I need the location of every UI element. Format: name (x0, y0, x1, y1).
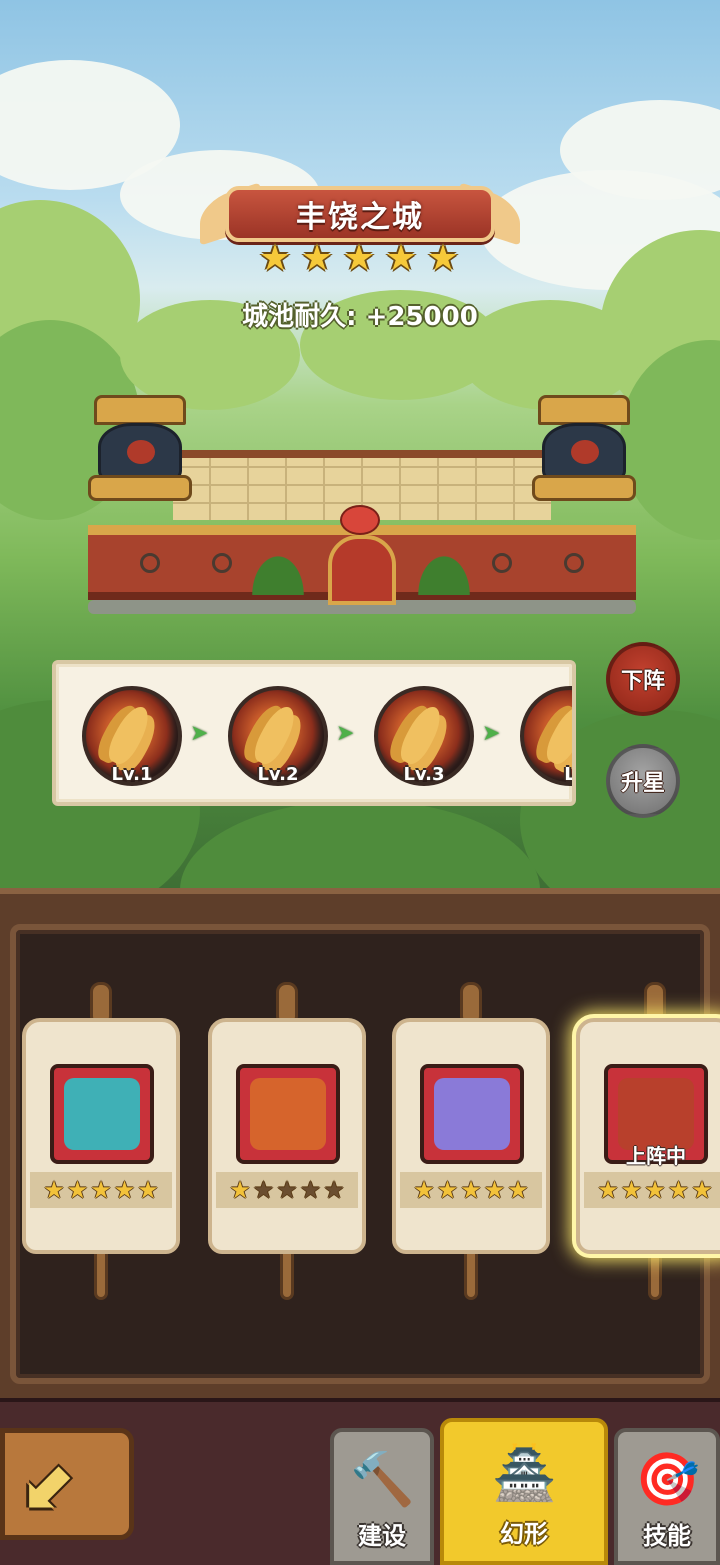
skin-star-rating: ★ ★ ★ ★ ★ (216, 1172, 358, 1208)
deployed-tag: 上阵中 (626, 1144, 686, 1168)
star-icon: ★ (460, 1176, 482, 1204)
level-medal-4: L (520, 686, 576, 796)
skin-card-selected[interactable]: 上阵中 ★ ★ ★ ★ ★ (576, 982, 720, 1300)
watchtower-left (88, 395, 192, 605)
tab-label: 幻形 (500, 1520, 548, 1548)
star-icon: ★ (342, 238, 376, 279)
star-icon: ★ (43, 1176, 65, 1204)
skin-card[interactable]: ★ ★ ★ ★ ★ (22, 982, 180, 1300)
bush (180, 800, 540, 900)
star-icon: ★ (436, 1176, 459, 1204)
arrow-right-icon: ➤ (336, 721, 355, 746)
star-icon: ★ (90, 1176, 112, 1204)
skin-star-rating: ★ ★ ★ ★ ★ (584, 1172, 720, 1208)
unequip-label: 下阵 (620, 669, 665, 694)
arrow-right-icon: ➤ (482, 721, 501, 746)
star-icon: ★ (483, 1176, 506, 1204)
dragon-boat-city-icon (50, 1064, 154, 1164)
star-icon: ★ (113, 1176, 136, 1204)
city-title-plaque: 丰饶之城 (225, 186, 495, 242)
tab-skill[interactable]: 🎯 技能 (614, 1428, 720, 1565)
star-icon: ★ (426, 238, 460, 279)
star-icon: ★ (597, 1176, 619, 1204)
fish-ornament-icon (340, 505, 380, 535)
city-star-rating: ★ ★ ★ ★ ★ (256, 240, 462, 278)
purple-temple-city-icon (420, 1064, 524, 1164)
star-icon: ★ (384, 238, 418, 279)
skin-collection-panel: ★ ★ ★ ★ ★ ★ ★ ★ ★ ★ ★ ★ ★ ★ ★ 上阵中 ★ ★ ★ … (0, 888, 720, 1398)
skin-star-rating: ★ ★ ★ ★ ★ (30, 1172, 172, 1208)
bamboo-plant (238, 535, 318, 595)
star-icon: ★ (667, 1176, 690, 1204)
bamboo-plant (404, 535, 484, 595)
star-icon: ★ (229, 1176, 251, 1204)
level-medal-2: Lv.2 (228, 686, 328, 796)
arrow-right-icon: ➤ (190, 721, 209, 746)
skin-list-tray[interactable]: ★ ★ ★ ★ ★ ★ ★ ★ ★ ★ ★ ★ ★ ★ ★ 上阵中 ★ ★ ★ … (10, 924, 720, 1384)
empty-star-icon: ★ (323, 1176, 345, 1204)
level-medal-3: Lv.3 (374, 686, 474, 796)
empty-star-icon: ★ (276, 1176, 298, 1204)
star-icon: ★ (507, 1176, 529, 1204)
star-up-button[interactable]: 升星 (606, 744, 680, 818)
wall-ring (564, 553, 584, 573)
star-icon: ★ (137, 1176, 159, 1204)
tab-build[interactable]: 🔨 建设 (330, 1428, 434, 1565)
target-icon: 🎯 (635, 1450, 700, 1510)
level-label: L (564, 764, 576, 785)
stone-golem-city-icon (236, 1064, 340, 1164)
star-upgrade-preview-panel[interactable]: Lv.1 ➤ Lv.2 ➤ Lv.3 ➤ L (52, 660, 576, 806)
level-medal-1: Lv.1 (82, 686, 182, 796)
skin-star-rating: ★ ★ ★ ★ ★ (400, 1172, 542, 1208)
hammer-icon: 🔨 (350, 1450, 415, 1510)
empty-star-icon: ★ (299, 1176, 322, 1204)
castle-icon: 🏯 (492, 1444, 557, 1504)
star-up-label: 升星 (620, 771, 665, 796)
star-icon: ★ (691, 1176, 713, 1204)
back-button[interactable]: ⬋ (0, 1428, 134, 1540)
star-icon: ★ (644, 1176, 666, 1204)
skin-card[interactable]: ★ ★ ★ ★ ★ (392, 982, 550, 1300)
level-label: Lv.2 (257, 764, 299, 785)
city-gate (328, 535, 396, 605)
tab-morph[interactable]: 🏯 幻形 (440, 1418, 608, 1565)
tab-label: 建设 (358, 1522, 406, 1550)
unequip-button[interactable]: 下阵 (606, 642, 680, 716)
watchtower-right (532, 395, 636, 605)
star-icon: ★ (620, 1176, 643, 1204)
star-icon: ★ (258, 238, 292, 279)
city-wall-illustration (88, 395, 636, 625)
star-icon: ★ (413, 1176, 435, 1204)
level-label: Lv.1 (111, 764, 153, 785)
level-label: Lv.3 (403, 764, 445, 785)
city-name: 丰饶之城 (296, 200, 424, 235)
city-durability: 城池耐久: +25000 (242, 302, 478, 332)
star-icon: ★ (300, 238, 334, 279)
star-icon: ★ (66, 1176, 89, 1204)
wall-ring (140, 553, 160, 573)
back-arrow-icon: ⬋ (23, 1445, 79, 1522)
wall-ring (212, 553, 232, 573)
tab-label: 技能 (643, 1522, 691, 1550)
wall-ring (492, 553, 512, 573)
empty-star-icon: ★ (252, 1176, 275, 1204)
skin-card[interactable]: ★ ★ ★ ★ ★ (208, 982, 366, 1300)
